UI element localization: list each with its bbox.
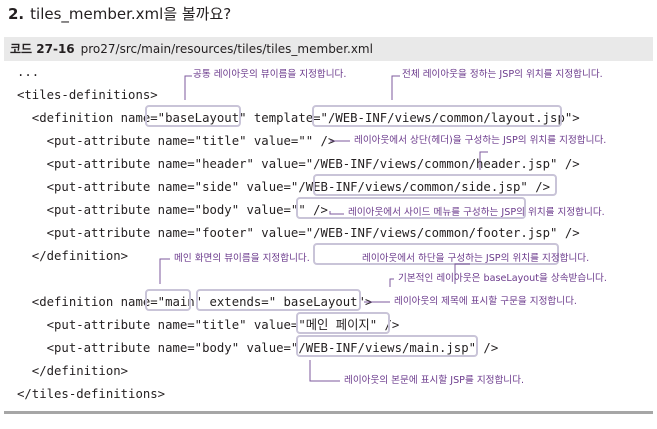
callout-title-text: 레이아웃의 제목에 표시할 구문을 지정합니다. xyxy=(394,296,577,307)
callout-whole-layout-jsp: 전체 레이아웃을 정하는 JSP의 위치를 지정합니다. xyxy=(402,69,603,80)
callout-body-jsp: 레이아웃의 본문에 표시할 JSP를 지정합니다. xyxy=(344,375,524,386)
callout-common-view-name: 공통 레이아웃의 뷰이름을 지정합니다. xyxy=(193,69,347,80)
callout-main-view-name: 메인 화면의 뷰이름을 지정합니다. xyxy=(174,253,310,264)
callout-side-jsp: 레이아웃에서 사이드 메뉴를 구성하는 JSP의 위치를 지정합니다. xyxy=(348,207,605,218)
listing-bottom-rule xyxy=(4,411,653,414)
callout-extends-base: 기본적인 레이아웃은 baseLayout을 상속받습니다. xyxy=(398,273,607,284)
callout-header-jsp: 레이아웃에서 상단(헤더)을 구성하는 JSP의 위치를 지정합니다. xyxy=(354,135,607,146)
callout-footer-jsp: 레이아웃에서 하단을 구성하는 JSP의 위치를 지정합니다. xyxy=(362,253,590,264)
